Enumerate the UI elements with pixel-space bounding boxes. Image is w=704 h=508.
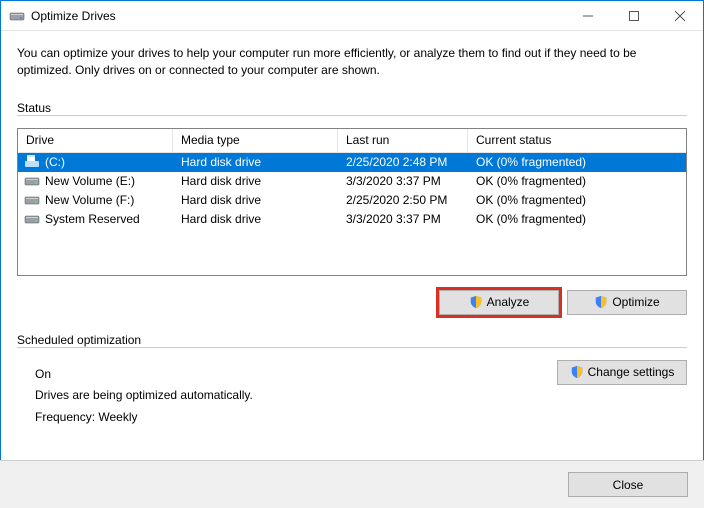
current-status: OK (0% fragmented) [468, 193, 686, 207]
app-icon [9, 8, 25, 24]
col-media[interactable]: Media type [173, 129, 338, 152]
table-row[interactable]: New Volume (E:) Hard disk drive3/3/2020 3… [18, 172, 686, 191]
schedule-desc: Drives are being optimized automatically… [35, 385, 253, 407]
current-status: OK (0% fragmented) [468, 155, 686, 169]
drive-icon [24, 175, 40, 187]
drive-name: System Reserved [45, 212, 140, 226]
titlebar: Optimize Drives [1, 1, 703, 31]
window-title: Optimize Drives [31, 9, 116, 23]
last-run: 3/3/2020 3:37 PM [338, 174, 468, 188]
maximize-button[interactable] [611, 1, 657, 30]
col-status[interactable]: Current status [468, 129, 686, 152]
table-row[interactable]: System Reserved Hard disk drive3/3/2020 3… [18, 210, 686, 229]
change-settings-label: Change settings [588, 365, 675, 379]
schedule-state: On [35, 364, 253, 386]
schedule-legend: Scheduled optimization [17, 333, 147, 347]
window-controls [565, 1, 703, 30]
media-type: Hard disk drive [173, 212, 338, 226]
last-run: 2/25/2020 2:50 PM [338, 193, 468, 207]
drive-icon [24, 213, 40, 225]
schedule-freq: Frequency: Weekly [35, 407, 253, 429]
description-text: You can optimize your drives to help you… [17, 45, 687, 79]
drives-table[interactable]: Drive Media type Last run Current status… [17, 128, 687, 276]
analyze-button[interactable]: Analyze [439, 290, 559, 315]
close-button[interactable]: Close [568, 472, 688, 497]
last-run: 3/3/2020 3:37 PM [338, 212, 468, 226]
bottom-bar: Close [0, 460, 704, 508]
table-row[interactable]: (C:) Hard disk drive2/25/2020 2:48 PMOK (… [18, 153, 686, 172]
optimize-button[interactable]: Optimize [567, 290, 687, 315]
close-label: Close [613, 478, 644, 492]
change-settings-button[interactable]: Change settings [557, 360, 687, 385]
media-type: Hard disk drive [173, 193, 338, 207]
media-type: Hard disk drive [173, 155, 338, 169]
col-last[interactable]: Last run [338, 129, 468, 152]
analyze-label: Analyze [487, 295, 530, 309]
close-window-button[interactable] [657, 1, 703, 30]
drive-name: New Volume (E:) [45, 174, 135, 188]
table-header: Drive Media type Last run Current status [18, 129, 686, 153]
status-legend: Status [17, 101, 57, 115]
col-drive[interactable]: Drive [18, 129, 173, 152]
shield-icon [570, 365, 584, 379]
media-type: Hard disk drive [173, 174, 338, 188]
drive-name: New Volume (F:) [45, 193, 134, 207]
shield-icon [469, 295, 483, 309]
table-row[interactable]: New Volume (F:) Hard disk drive2/25/2020 … [18, 191, 686, 210]
minimize-button[interactable] [565, 1, 611, 30]
drive-icon [24, 194, 40, 206]
drive-icon [24, 156, 40, 168]
last-run: 2/25/2020 2:48 PM [338, 155, 468, 169]
current-status: OK (0% fragmented) [468, 212, 686, 226]
current-status: OK (0% fragmented) [468, 174, 686, 188]
optimize-label: Optimize [612, 295, 659, 309]
shield-icon [594, 295, 608, 309]
drive-name: (C:) [45, 155, 65, 169]
